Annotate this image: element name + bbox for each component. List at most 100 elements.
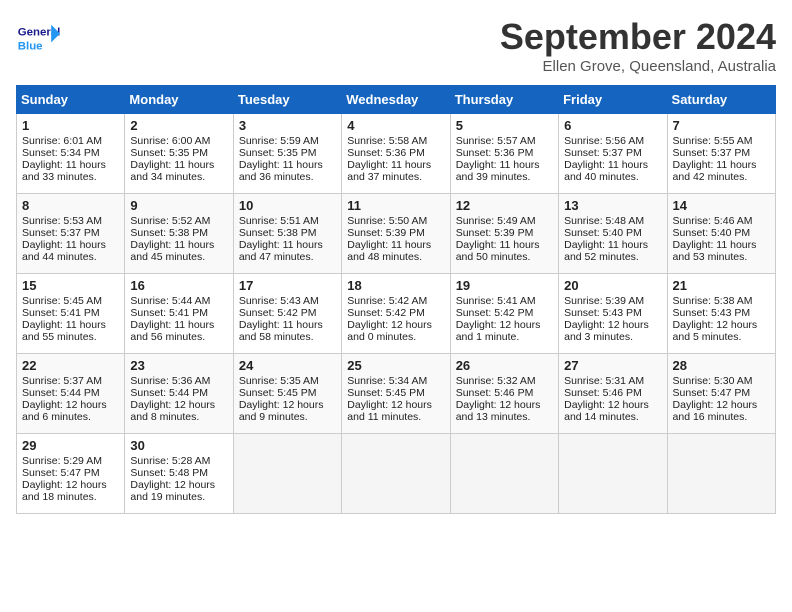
calendar-cell: 20 Sunrise: 5:39 AMSunset: 5:43 PMDayligh… [559,274,667,354]
week-row-4: 22 Sunrise: 5:37 AMSunset: 5:44 PMDayligh… [17,354,776,434]
weekday-header-friday: Friday [559,86,667,114]
day-info: Sunrise: 5:36 AMSunset: 5:44 PMDaylight:… [130,375,215,423]
calendar-cell: 14 Sunrise: 5:46 AMSunset: 5:40 PMDayligh… [667,194,775,274]
day-number: 14 [673,198,770,213]
day-number: 2 [130,118,227,133]
day-info: Sunrise: 5:55 AMSunset: 5:37 PMDaylight:… [673,135,757,183]
day-number: 27 [564,358,661,373]
calendar-cell: 7 Sunrise: 5:55 AMSunset: 5:37 PMDaylight… [667,114,775,194]
calendar-table: SundayMondayTuesdayWednesdayThursdayFrid… [16,85,776,514]
calendar-cell: 11 Sunrise: 5:50 AMSunset: 5:39 PMDayligh… [342,194,450,274]
day-info: Sunrise: 5:59 AMSunset: 5:35 PMDaylight:… [239,135,323,183]
day-number: 26 [456,358,553,373]
day-number: 7 [673,118,770,133]
calendar-cell: 26 Sunrise: 5:32 AMSunset: 5:46 PMDayligh… [450,354,558,434]
calendar-cell: 25 Sunrise: 5:34 AMSunset: 5:45 PMDayligh… [342,354,450,434]
day-info: Sunrise: 5:30 AMSunset: 5:47 PMDaylight:… [673,375,758,423]
day-number: 1 [22,118,119,133]
day-number: 25 [347,358,444,373]
day-number: 30 [130,438,227,453]
day-number: 21 [673,278,770,293]
weekday-header-saturday: Saturday [667,86,775,114]
day-number: 28 [673,358,770,373]
week-row-1: 1Sunrise: 6:01 AMSunset: 5:34 PMDaylight… [17,114,776,194]
calendar-cell: 23 Sunrise: 5:36 AMSunset: 5:44 PMDayligh… [125,354,233,434]
svg-text:Blue: Blue [18,40,43,52]
day-number: 13 [564,198,661,213]
calendar-cell: 19Sunrise: 5:41 AMSunset: 5:42 PMDayligh… [450,274,558,354]
calendar-cell [559,434,667,514]
day-info: Sunrise: 5:53 AMSunset: 5:37 PMDaylight:… [22,215,106,263]
day-info: Sunrise: 5:42 AMSunset: 5:42 PMDaylight:… [347,295,432,343]
calendar-cell: 17Sunrise: 5:43 AMSunset: 5:42 PMDayligh… [233,274,341,354]
week-row-2: 8 Sunrise: 5:53 AMSunset: 5:37 PMDaylight… [17,194,776,274]
day-info: Sunrise: 5:32 AMSunset: 5:46 PMDaylight:… [456,375,541,423]
day-number: 6 [564,118,661,133]
calendar-cell: 15Sunrise: 5:45 AMSunset: 5:41 PMDayligh… [17,274,125,354]
calendar-cell: 22 Sunrise: 5:37 AMSunset: 5:44 PMDayligh… [17,354,125,434]
day-number: 16 [130,278,227,293]
day-info: Sunrise: 5:34 AMSunset: 5:45 PMDaylight:… [347,375,432,423]
calendar-cell: 8 Sunrise: 5:53 AMSunset: 5:37 PMDaylight… [17,194,125,274]
week-row-5: 29 Sunrise: 5:29 AMSunset: 5:47 PMDayligh… [17,434,776,514]
calendar-cell: 10 Sunrise: 5:51 AMSunset: 5:38 PMDayligh… [233,194,341,274]
day-info: Sunrise: 6:00 AMSunset: 5:35 PMDaylight:… [130,135,214,183]
calendar-cell: 2 Sunrise: 6:00 AMSunset: 5:35 PMDaylight… [125,114,233,194]
day-number: 12 [456,198,553,213]
day-number: 8 [22,198,119,213]
location-title: Ellen Grove, Queensland, Australia [500,58,776,75]
day-number: 10 [239,198,336,213]
day-info: Sunrise: 5:37 AMSunset: 5:44 PMDaylight:… [22,375,107,423]
day-number: 11 [347,198,444,213]
calendar-cell: 16Sunrise: 5:44 AMSunset: 5:41 PMDayligh… [125,274,233,354]
day-info: Sunrise: 5:43 AMSunset: 5:42 PMDaylight:… [239,295,323,343]
day-info: Sunrise: 5:35 AMSunset: 5:45 PMDaylight:… [239,375,324,423]
day-info: Sunrise: 5:28 AMSunset: 5:48 PMDaylight:… [130,455,215,503]
day-info: Sunrise: 5:31 AMSunset: 5:46 PMDaylight:… [564,375,649,423]
calendar-cell: 24 Sunrise: 5:35 AMSunset: 5:45 PMDayligh… [233,354,341,434]
day-info: Sunrise: 5:38 AMSunset: 5:43 PMDaylight:… [673,295,758,343]
calendar-cell: 13Sunrise: 5:48 AMSunset: 5:40 PMDayligh… [559,194,667,274]
calendar-cell [450,434,558,514]
week-row-3: 15Sunrise: 5:45 AMSunset: 5:41 PMDayligh… [17,274,776,354]
day-info: Sunrise: 5:51 AMSunset: 5:38 PMDaylight:… [239,215,323,263]
calendar-cell [667,434,775,514]
title-block: September 2024 Ellen Grove, Queensland, … [500,16,776,75]
day-info: Sunrise: 5:50 AMSunset: 5:39 PMDaylight:… [347,215,431,263]
day-number: 24 [239,358,336,373]
weekday-header-tuesday: Tuesday [233,86,341,114]
day-number: 18 [347,278,444,293]
day-info: Sunrise: 5:29 AMSunset: 5:47 PMDaylight:… [22,455,107,503]
calendar-cell: 29 Sunrise: 5:29 AMSunset: 5:47 PMDayligh… [17,434,125,514]
calendar-cell: 1Sunrise: 6:01 AMSunset: 5:34 PMDaylight… [17,114,125,194]
day-number: 29 [22,438,119,453]
calendar-cell [342,434,450,514]
calendar-cell: 4 Sunrise: 5:58 AMSunset: 5:36 PMDaylight… [342,114,450,194]
day-info: Sunrise: 5:46 AMSunset: 5:40 PMDaylight:… [673,215,757,263]
calendar-cell: 5Sunrise: 5:57 AMSunset: 5:36 PMDaylight… [450,114,558,194]
day-number: 5 [456,118,553,133]
day-number: 9 [130,198,227,213]
logo: General Blue [16,16,62,60]
day-info: Sunrise: 5:52 AMSunset: 5:38 PMDaylight:… [130,215,214,263]
weekday-header-wednesday: Wednesday [342,86,450,114]
calendar-cell: 9 Sunrise: 5:52 AMSunset: 5:38 PMDaylight… [125,194,233,274]
day-info: Sunrise: 5:58 AMSunset: 5:36 PMDaylight:… [347,135,431,183]
day-number: 23 [130,358,227,373]
calendar-cell: 28 Sunrise: 5:30 AMSunset: 5:47 PMDayligh… [667,354,775,434]
day-info: Sunrise: 5:49 AMSunset: 5:39 PMDaylight:… [456,215,540,263]
weekday-header-monday: Monday [125,86,233,114]
calendar-cell: 21 Sunrise: 5:38 AMSunset: 5:43 PMDayligh… [667,274,775,354]
calendar-cell: 12 Sunrise: 5:49 AMSunset: 5:39 PMDayligh… [450,194,558,274]
day-info: Sunrise: 5:41 AMSunset: 5:42 PMDaylight:… [456,295,541,343]
calendar-cell: 3Sunrise: 5:59 AMSunset: 5:35 PMDaylight… [233,114,341,194]
calendar-cell: 27 Sunrise: 5:31 AMSunset: 5:46 PMDayligh… [559,354,667,434]
day-info: Sunrise: 5:56 AMSunset: 5:37 PMDaylight:… [564,135,648,183]
day-number: 22 [22,358,119,373]
month-title: September 2024 [500,16,776,58]
day-number: 20 [564,278,661,293]
day-info: Sunrise: 5:45 AMSunset: 5:41 PMDaylight:… [22,295,106,343]
calendar-cell: 18 Sunrise: 5:42 AMSunset: 5:42 PMDayligh… [342,274,450,354]
day-info: Sunrise: 5:39 AMSunset: 5:43 PMDaylight:… [564,295,649,343]
day-number: 4 [347,118,444,133]
